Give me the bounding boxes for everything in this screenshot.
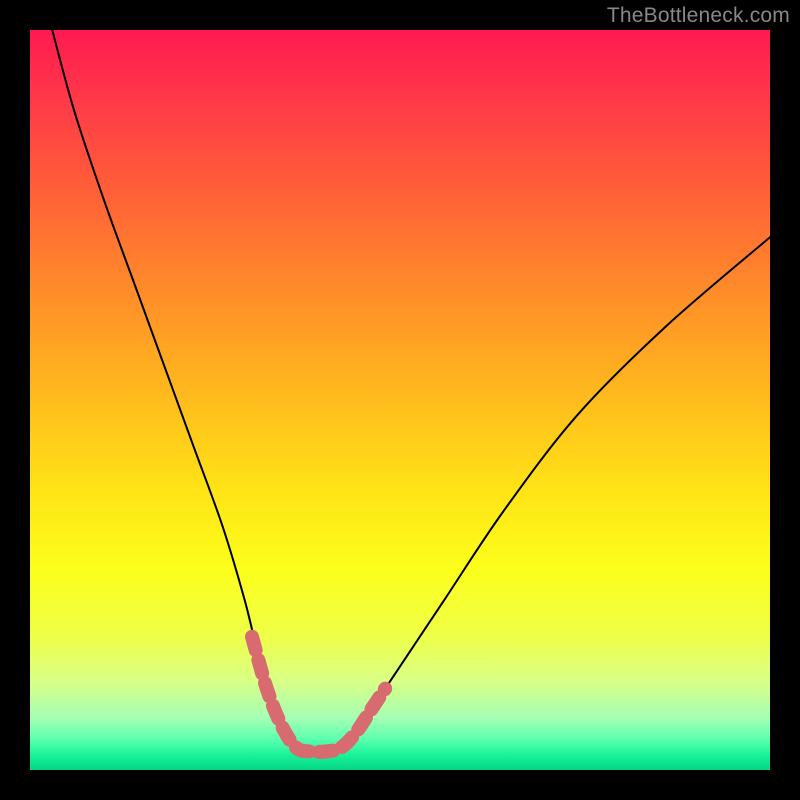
curves-svg (30, 30, 770, 770)
chart-stage: TheBottleneck.com (0, 0, 800, 800)
highlight-curve (252, 637, 385, 752)
watermark-text: TheBottleneck.com (607, 4, 790, 28)
plot-area (30, 30, 770, 770)
bottleneck-curve (52, 30, 770, 752)
